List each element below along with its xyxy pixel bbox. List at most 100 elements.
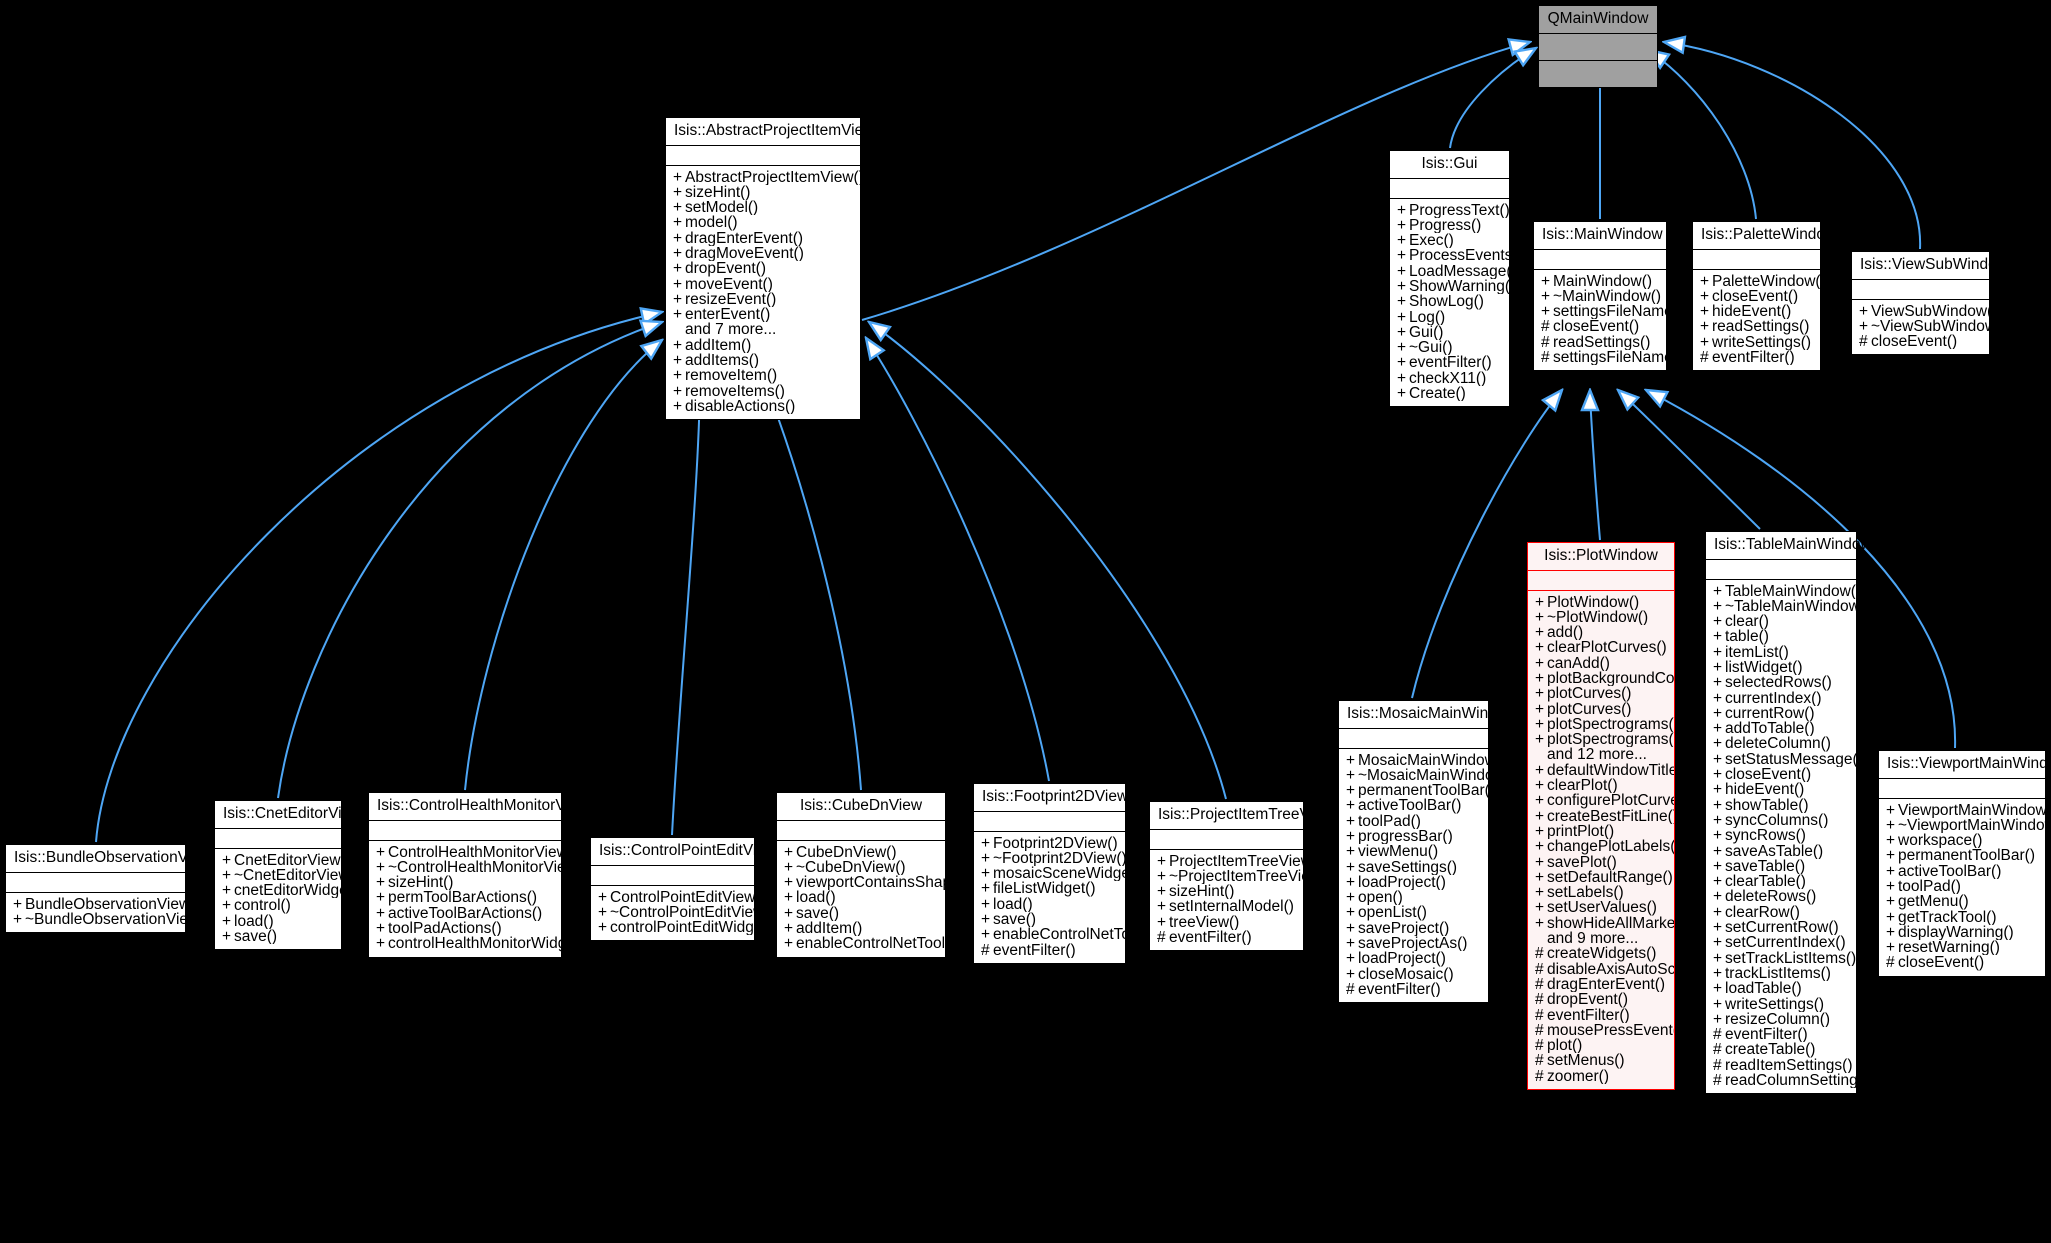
method-visibility: + [1713,782,1723,798]
method-name: setModel() [685,200,759,216]
class-method: + setInternalModel() [1150,899,1303,914]
method-visibility: # [1535,992,1544,1008]
method-name: save() [796,905,840,921]
method-name: getMenu() [1898,894,1969,910]
method-visibility: + [1397,263,1407,279]
method-visibility: + [1886,848,1896,864]
class-method: #readColumnSettings() [1706,1073,1856,1088]
method-name: model() [685,215,738,231]
class-method: + clearTable() [1706,874,1856,889]
class-method: + load() [974,897,1125,912]
method-name: disableActions() [685,398,796,415]
method-visibility: + [673,307,683,323]
class-node-isis-bundleobservationview[interactable]: Isis::BundleObservationView + BundleObserv… [5,844,211,934]
method-visibility: + [1713,981,1723,997]
method-visibility: + [1397,233,1407,249]
class-method: # zoomer() [1528,1069,1674,1084]
class-method: + progressBar() [1339,829,1488,844]
method-name: plotCurves() [1547,686,1632,702]
method-visibility: + [1346,859,1356,875]
method-visibility: + [1346,951,1356,967]
method-name: canAdd() [1547,655,1610,671]
method-name: treeView() [1169,914,1240,930]
class-method: +~ViewportMainWindow() [1879,818,2045,833]
method-name: ~Gui() [1409,340,1453,356]
class-methods-compartment: + ProgressText() + Progress() + Exec() + Proces… [1390,199,1509,407]
method-name: deleteRows() [1725,889,1817,905]
method-visibility: + [1535,594,1545,610]
class-node-qmainwindow[interactable]: QMainWindow [1538,5,1658,88]
method-name: closeEvent() [1712,288,1799,305]
class-node-isis-plotwindow[interactable]: Isis::PlotWindow + PlotWindow() + ~PlotWindo… [1527,542,1675,1090]
method-visibility: + [222,867,232,884]
class-node-isis-cubednview[interactable]: Isis::CubeDnView + CubeDnView() + ~CubeDnVie… [776,792,946,958]
class-methods-compartment: + AbstractProjectItemView() + sizeHint() + se… [666,166,860,420]
class-node-isis-palettewindow[interactable]: Isis::PaletteWindow + PaletteWindow() + clos… [1692,221,1836,372]
class-method: + writeSettings() [1693,335,1820,350]
class-node-isis-viewportmainwindow[interactable]: Isis::ViewportMainWindow + ViewportMainWin… [1878,750,2051,977]
method-visibility: # [1541,319,1550,335]
class-node-isis-abstractprojectitemview[interactable]: Isis::AbstractProjectItemView+ AbstractPr… [665,117,874,421]
method-visibility: + [1535,609,1545,626]
edge-palettewindow-qmainwindow [1648,50,1757,220]
class-attributes-compartment [1339,729,1488,749]
method-visibility: + [376,875,386,891]
method-visibility: + [673,383,683,399]
class-method: + listWidget() [1706,660,1856,675]
method-visibility: + [981,866,991,882]
method-name: ~ViewSubWindow() [1871,318,1989,335]
method-visibility: # [1713,1027,1722,1043]
method-visibility: + [673,291,683,308]
method-name: enableControlNetTool() [993,927,1125,943]
class-node-isis-cneteditorview[interactable]: Isis::CnetEditorView + CnetEditorView() + ~C… [214,800,361,951]
method-visibility: + [673,215,683,231]
method-name: toolPad() [1358,813,1421,829]
class-node-isis-controlhealthmonitorview[interactable]: Isis::ControlHealthMonitorView + ControlHe… [368,792,589,958]
class-node-isis-footprint2dview[interactable]: Isis::Footprint2DView + Footprint2DView() +… [973,783,1128,964]
method-visibility: + [1535,854,1545,870]
method-name: Create() [1409,386,1466,402]
class-method: + plotCurves() [1528,702,1674,717]
class-node-isis-viewsubwindow[interactable]: Isis::ViewSubWindow + ViewSubWindow() + ~Vie… [1851,251,2008,356]
method-name: currentIndex() [1725,690,1822,706]
class-method: + control() [215,898,341,913]
class-method: + saveSettings() [1339,860,1488,875]
method-name: saveAsTable() [1725,843,1824,859]
method-visibility: + [1713,843,1723,859]
class-node-isis-mainwindow[interactable]: Isis::MainWindow + MainWindow() + ~MainWindo… [1533,221,1667,372]
class-method: and 9 more... [1528,931,1674,946]
method-visibility: + [1713,904,1723,921]
class-node-isis-gui[interactable]: Isis::Gui + ProgressText() + Progress() + Exec… [1389,150,1510,408]
method-visibility: # [1535,1068,1544,1084]
class-method: + displayWarning() [1879,925,2045,940]
class-method: + treeView() [1150,915,1303,930]
class-node-isis-mosaicmainwindow[interactable]: Isis::MosaicMainWindow+MosaicMainWindow(… [1338,700,1517,1004]
method-name: ~BundleObservationView() [25,911,185,928]
class-method: # closeEvent() [1852,334,1989,349]
class-method: + setLabels() [1528,885,1674,900]
class-method: + save() [974,912,1125,927]
method-visibility: + [1535,915,1545,932]
class-method: +~ControlPointEditView() [591,905,754,920]
class-node-isis-tablemainwindow[interactable]: Isis::TableMainWindow + TableMainWindow() +… [1705,531,1872,1095]
class-method: # plot() [1528,1038,1674,1053]
class-node-isis-controlpointeditview[interactable]: Isis::ControlPointEditView + ControlPointE… [590,837,776,942]
method-name: plot() [1547,1038,1583,1054]
method-visibility: + [1713,812,1723,829]
method-name: ~ProjectItemTreeView() [1169,868,1303,885]
method-name: loadProject() [1358,874,1446,891]
class-methods-compartment: + ControlHealthMonitorView() + ~ControlHeal… [369,841,561,957]
class-node-isis-projectitemtreeview[interactable]: Isis::ProjectItemTreeView + ProjectItemTre… [1149,801,1333,952]
class-title: Isis::AbstractProjectItemView [666,118,874,146]
class-method: # eventFilter() [974,943,1125,958]
method-name: selectedRows() [1725,675,1832,691]
class-method: + ~CubeDnView() [777,860,945,875]
method-visibility: # [1535,1038,1544,1054]
uml-inheritance-diagram: QMainWindowIsis::AbstractProjectItemView… [0,0,2051,1243]
class-method: +configurePlotCurves() [1528,793,1674,808]
class-method: # eventFilter() [1693,350,1820,365]
class-attributes-compartment [1879,779,2045,799]
class-method: + activeToolBar() [1339,798,1488,813]
method-name: getTrackTool() [1898,909,1997,925]
class-method: + PlotWindow() [1528,595,1674,610]
